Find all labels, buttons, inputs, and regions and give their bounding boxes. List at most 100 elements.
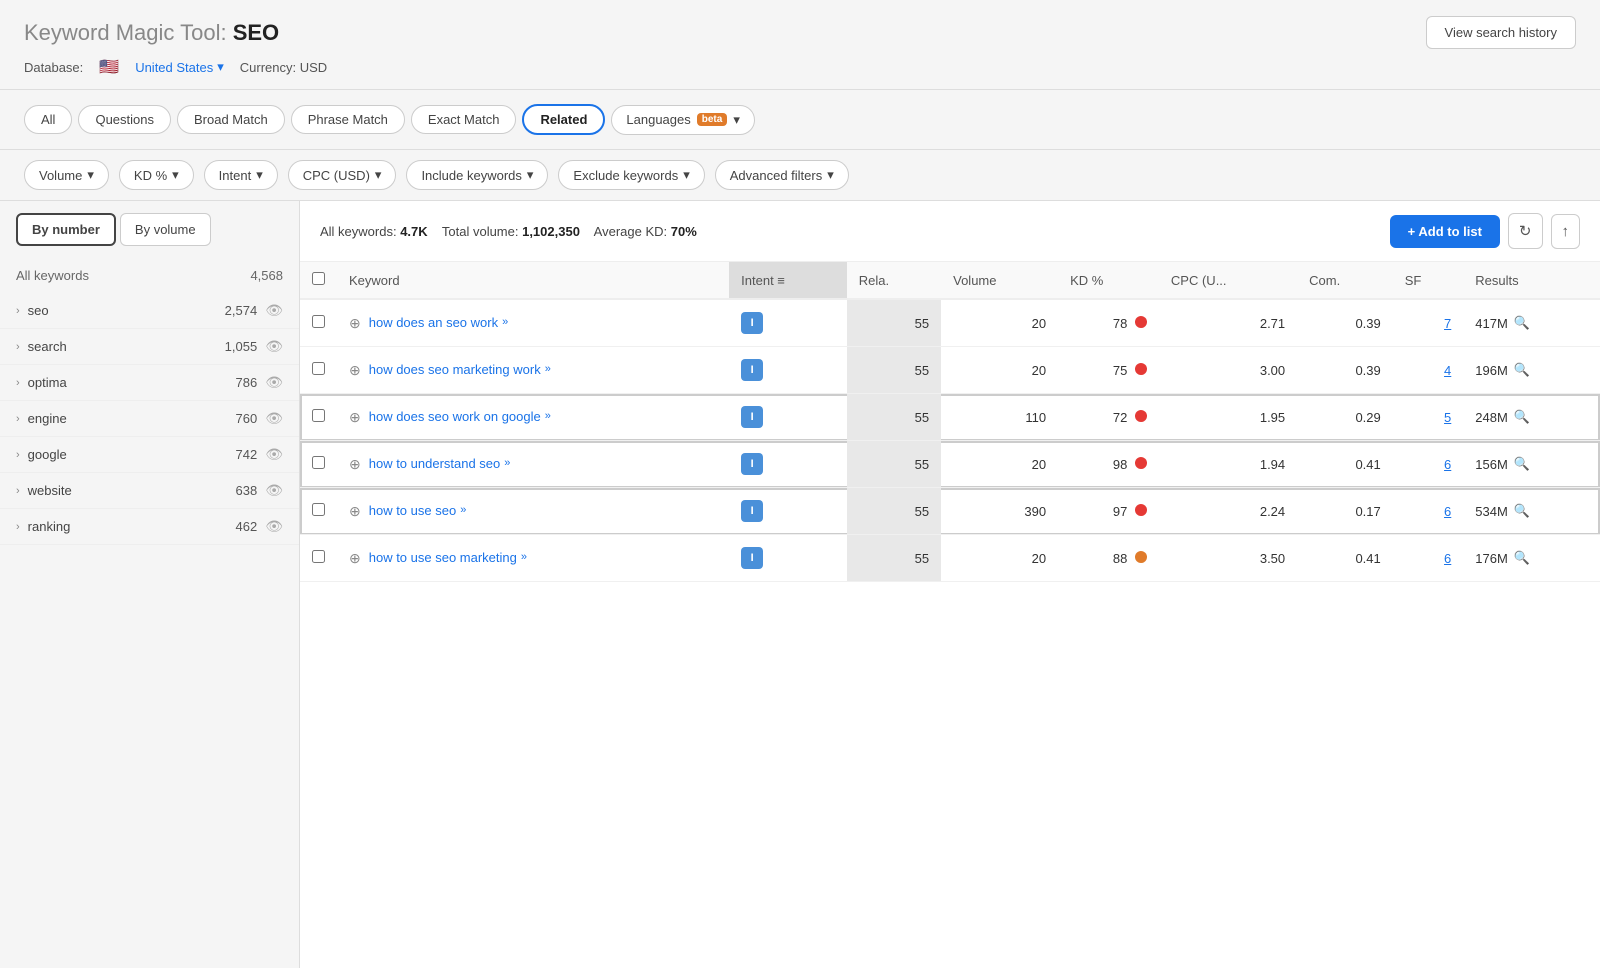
by-number-button[interactable]: By number bbox=[16, 213, 116, 246]
com-cell: 0.39 bbox=[1297, 299, 1393, 347]
tab-phrase-match[interactable]: Phrase Match bbox=[291, 105, 405, 134]
chevron-down-icon: ▾ bbox=[733, 112, 740, 128]
sidebar-keyword: ranking bbox=[28, 519, 71, 534]
filter-label: Include keywords bbox=[421, 168, 521, 183]
tab-languages[interactable]: Languagesbeta▾ bbox=[611, 105, 754, 135]
row-checkbox[interactable] bbox=[312, 409, 325, 422]
magnify-icon[interactable]: 🔍 bbox=[1514, 503, 1530, 519]
keyword-link[interactable]: how does seo marketing work » bbox=[369, 362, 551, 377]
volume-cell: 110 bbox=[941, 394, 1058, 441]
flag-icon: 🇺🇸 bbox=[99, 57, 119, 77]
sidebar-group-item[interactable]: › website 638 👁 bbox=[0, 473, 299, 509]
sort-icon[interactable]: ≡ bbox=[777, 273, 785, 288]
keyword-link[interactable]: how to use seo » bbox=[369, 503, 467, 518]
magnify-icon[interactable]: 🔍 bbox=[1514, 409, 1530, 425]
view-history-button[interactable]: View search history bbox=[1426, 16, 1576, 49]
filter-include[interactable]: Include keywords▾ bbox=[406, 160, 548, 190]
eye-icon[interactable]: 👁 bbox=[265, 338, 283, 355]
add-to-list-button[interactable]: + Add to list bbox=[1390, 215, 1500, 248]
tab-exact-match[interactable]: Exact Match bbox=[411, 105, 517, 134]
keyword-cell: ⊕ how does seo marketing work » bbox=[337, 347, 729, 394]
filters-bar: Volume▾ KD %▾ Intent▾ CPC (USD)▾ Include key… bbox=[0, 150, 1600, 201]
filter-advanced[interactable]: Advanced filters▾ bbox=[715, 160, 849, 190]
related-cell: 55 bbox=[847, 347, 941, 394]
sf-link[interactable]: 4 bbox=[1444, 363, 1451, 378]
eye-icon[interactable]: 👁 bbox=[265, 518, 283, 535]
row-checkbox[interactable] bbox=[312, 456, 325, 469]
row-checkbox[interactable] bbox=[312, 550, 325, 563]
row-checkbox[interactable] bbox=[312, 315, 325, 328]
add-keyword-icon[interactable]: ⊕ bbox=[349, 315, 361, 332]
database-link[interactable]: United States ▾ bbox=[135, 59, 224, 75]
arrow-icon: » bbox=[545, 410, 551, 422]
row-checkbox[interactable] bbox=[312, 503, 325, 516]
kd-dot-icon bbox=[1135, 551, 1147, 563]
magnify-icon[interactable]: 🔍 bbox=[1514, 550, 1530, 566]
tab-broad-match[interactable]: Broad Match bbox=[177, 105, 285, 134]
sidebar-keyword-count: 760 bbox=[236, 411, 258, 426]
table-stats: All keywords: 4.7K Total volume: 1,102,3… bbox=[320, 224, 697, 239]
arrow-icon: » bbox=[545, 363, 551, 375]
keyword-cell: ⊕ how does an seo work » bbox=[337, 299, 729, 347]
keyword-link[interactable]: how does an seo work » bbox=[369, 315, 508, 330]
results-value: 176M bbox=[1475, 551, 1508, 566]
sidebar-group-item[interactable]: › seo 2,574 👁 bbox=[0, 293, 299, 329]
keyword-cell: ⊕ how does seo work on google » bbox=[337, 394, 729, 441]
add-keyword-icon[interactable]: ⊕ bbox=[349, 456, 361, 473]
by-volume-button[interactable]: By volume bbox=[120, 213, 211, 246]
sidebar-group-item[interactable]: › search 1,055 👁 bbox=[0, 329, 299, 365]
sidebar-group-item[interactable]: › engine 760 👁 bbox=[0, 401, 299, 437]
add-keyword-icon[interactable]: ⊕ bbox=[349, 503, 361, 520]
tab-related[interactable]: Related bbox=[522, 104, 605, 135]
export-button[interactable]: ↑ bbox=[1551, 214, 1581, 249]
eye-icon[interactable]: 👁 bbox=[265, 446, 283, 463]
sf-link[interactable]: 6 bbox=[1444, 504, 1451, 519]
volume-cell: 390 bbox=[941, 488, 1058, 535]
filter-cpc[interactable]: CPC (USD)▾ bbox=[288, 160, 397, 190]
filter-intent[interactable]: Intent▾ bbox=[204, 160, 278, 190]
refresh-button[interactable]: ↻ bbox=[1508, 213, 1543, 249]
add-keyword-icon[interactable]: ⊕ bbox=[349, 550, 361, 567]
table-row: ⊕ how to use seo » I 55 390 97 2.24 0.17… bbox=[300, 488, 1600, 535]
keyword-link[interactable]: how to use seo marketing » bbox=[369, 550, 527, 565]
filter-volume[interactable]: Volume▾ bbox=[24, 160, 109, 190]
tab-questions[interactable]: Questions bbox=[78, 105, 171, 134]
keyword-link[interactable]: how does seo work on google » bbox=[369, 409, 551, 424]
tab-all[interactable]: All bbox=[24, 105, 72, 134]
kd-dot-icon bbox=[1135, 410, 1147, 422]
results-cell: 417M 🔍 bbox=[1463, 299, 1600, 347]
sidebar-group-item[interactable]: › ranking 462 👁 bbox=[0, 509, 299, 545]
sf-link[interactable]: 5 bbox=[1444, 410, 1451, 425]
add-keyword-icon[interactable]: ⊕ bbox=[349, 362, 361, 379]
table-row: ⊕ how does an seo work » I 55 20 78 2.71… bbox=[300, 299, 1600, 347]
com-cell: 0.29 bbox=[1297, 394, 1393, 441]
sf-link[interactable]: 6 bbox=[1444, 551, 1451, 566]
eye-icon[interactable]: 👁 bbox=[265, 302, 283, 319]
sidebar-group-item[interactable]: › optima 786 👁 bbox=[0, 365, 299, 401]
magnify-icon[interactable]: 🔍 bbox=[1514, 315, 1530, 331]
sidebar-group-item[interactable]: › google 742 👁 bbox=[0, 437, 299, 473]
add-keyword-icon[interactable]: ⊕ bbox=[349, 409, 361, 426]
select-all-checkbox[interactable] bbox=[312, 272, 325, 285]
row-checkbox-cell bbox=[300, 488, 337, 535]
magnify-icon[interactable]: 🔍 bbox=[1514, 456, 1530, 472]
filter-exclude[interactable]: Exclude keywords▾ bbox=[558, 160, 704, 190]
col-header-intent: Intent ≡ bbox=[729, 262, 847, 299]
intent-badge: I bbox=[741, 547, 763, 569]
keyword-link[interactable]: how to understand seo » bbox=[369, 456, 511, 471]
sidebar-keyword: google bbox=[28, 447, 67, 462]
row-checkbox[interactable] bbox=[312, 362, 325, 375]
sf-link[interactable]: 7 bbox=[1444, 316, 1451, 331]
intent-badge: I bbox=[741, 453, 763, 475]
eye-icon[interactable]: 👁 bbox=[265, 482, 283, 499]
sidebar-header-count: 4,568 bbox=[250, 268, 283, 283]
filter-kd[interactable]: KD %▾ bbox=[119, 160, 194, 190]
eye-icon[interactable]: 👁 bbox=[265, 410, 283, 427]
cpc-cell: 3.00 bbox=[1159, 347, 1297, 394]
chevron-right-icon: › bbox=[16, 413, 20, 425]
sf-link[interactable]: 6 bbox=[1444, 457, 1451, 472]
magnify-icon[interactable]: 🔍 bbox=[1514, 362, 1530, 378]
eye-icon[interactable]: 👁 bbox=[265, 374, 283, 391]
chevron-down-icon: ▾ bbox=[172, 167, 179, 183]
results-value: 417M bbox=[1475, 316, 1508, 331]
